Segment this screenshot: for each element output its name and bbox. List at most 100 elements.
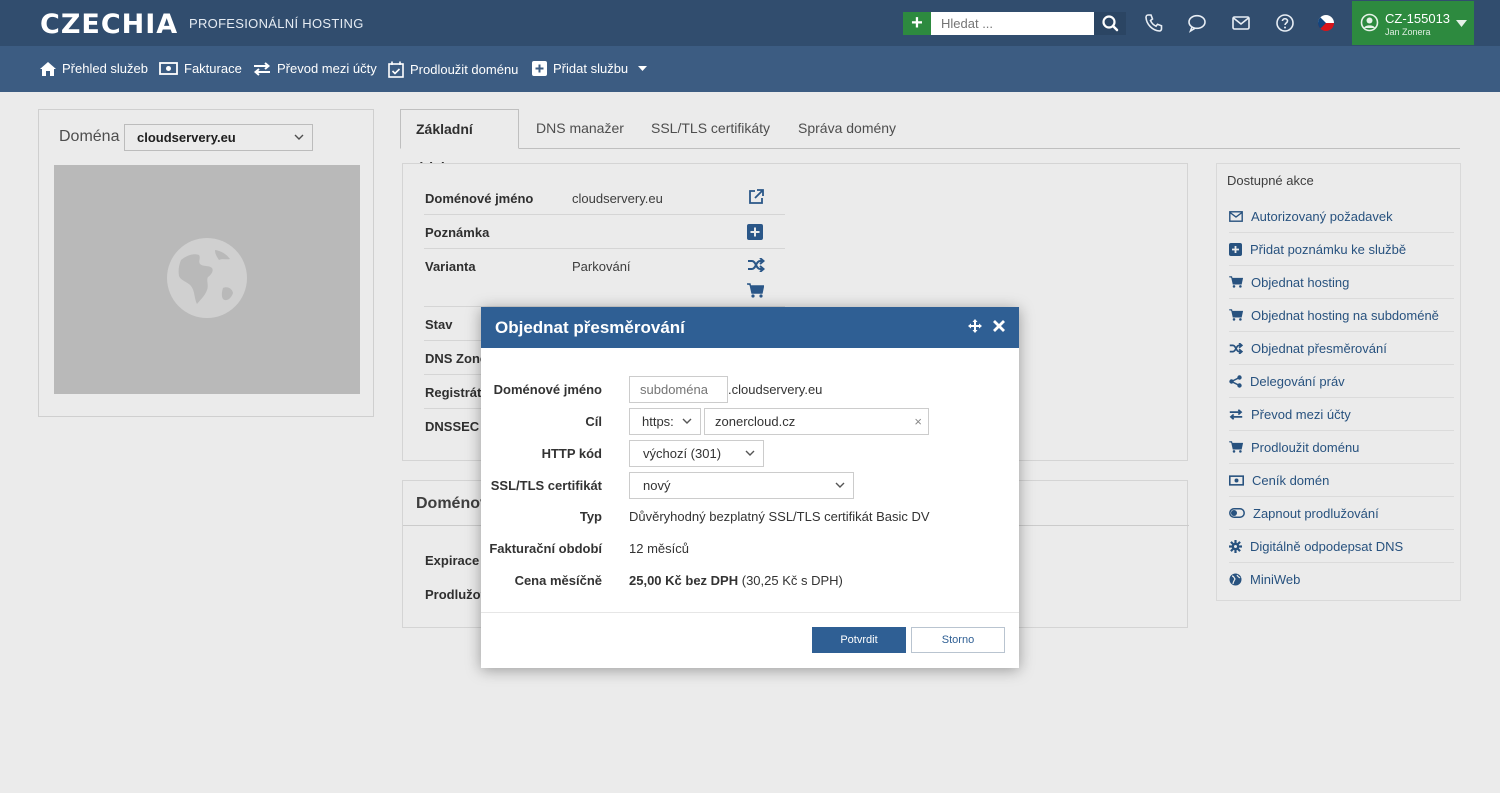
cart-icon (1229, 441, 1243, 453)
type-value: Důvěryhodný bezplatný SSL/TLS certifikát… (629, 509, 930, 524)
cart-icon (1229, 276, 1243, 288)
account-menu[interactable]: CZ-155013 Jan Zonera (1352, 1, 1474, 45)
target-input-value: zonercloud.cz (715, 414, 796, 429)
logo[interactable]: CZECHIA (40, 9, 178, 40)
detail-row: Doménové jméno cloudservery.eu (424, 181, 785, 215)
main-navigation: Přehled služeb Fakturace Převod mezi účt… (0, 46, 1500, 92)
action-order-hosting[interactable]: Objednat hosting (1229, 266, 1454, 299)
nav-item-label: Převod mezi účty (277, 61, 377, 76)
action-renew-domain[interactable]: Prodloužit doménu (1229, 431, 1454, 464)
price-value: 25,00 Kč bez DPH (30,25 Kč s DPH) (629, 573, 843, 588)
action-order-redirect[interactable]: Objednat přesměrování (1229, 332, 1454, 365)
detail-label: DNS Zone (425, 351, 488, 366)
add-service-icon[interactable]: + (903, 12, 931, 35)
domain-select-value: cloudservery.eu (137, 130, 236, 145)
action-label: Objednat přesměrování (1251, 340, 1387, 356)
action-authorized-request[interactable]: Autorizovaný požadavek (1229, 200, 1454, 233)
action-domain-pricing[interactable]: Ceník domén (1229, 464, 1454, 497)
dialog-title: Objednat přesměrování (495, 318, 685, 337)
tab-basic-info[interactable]: Základní údaje (400, 109, 519, 175)
confirm-button[interactable]: Potvrdit (812, 627, 906, 653)
cancel-button[interactable]: Storno (911, 627, 1005, 653)
nav-item-renew-domain[interactable]: Prodloužit doménu (388, 61, 518, 78)
nav-item-label: Přidat službu (553, 61, 629, 76)
field-label: SSL/TLS certifikát (490, 478, 602, 493)
billing-period-value: 12 měsíců (629, 541, 689, 556)
search-input[interactable] (931, 12, 1094, 35)
action-label: Objednat hosting na subdoméně (1251, 307, 1439, 323)
ssl-certificate-select-value: nový (643, 478, 671, 493)
action-enable-renewal[interactable]: Zapnout prodlužování (1229, 497, 1454, 530)
search-button[interactable] (1094, 12, 1126, 35)
money-icon (159, 62, 178, 75)
action-label: Objednat hosting (1251, 274, 1350, 290)
top-bar: CZECHIA PROFESIONÁLNÍ HOSTING + CZ-15501… (0, 0, 1500, 46)
chevron-down-icon (294, 134, 304, 140)
chevron-down-icon (745, 450, 755, 456)
subdomain-input[interactable] (629, 376, 728, 403)
available-actions-panel: Dostupné akce Autorizovaný požadavek Při… (1216, 163, 1461, 601)
action-label: MiniWeb (1250, 572, 1301, 587)
nav-item-add-service[interactable]: Přidat službu (532, 61, 648, 76)
detail-row: Varianta Parkování (424, 249, 785, 307)
help-icon[interactable] (1275, 13, 1295, 33)
chevron-down-icon (638, 65, 648, 71)
detail-value: Parkování (572, 259, 631, 274)
chevron-down-icon (682, 418, 692, 424)
nav-item-label: Přehled služeb (62, 61, 148, 76)
domain-card: Doména cloudservery.eu (38, 109, 374, 417)
actions-title: Dostupné akce (1227, 173, 1314, 188)
exchange-icon (1229, 408, 1243, 420)
dialog-header[interactable]: Objednat přesměrování (481, 307, 1019, 348)
price-without-vat: 25,00 Kč bez DPH (629, 573, 739, 588)
close-icon[interactable] (993, 320, 1005, 332)
tab-dns-manager[interactable]: DNS manažer (521, 109, 639, 149)
share-icon (1229, 374, 1242, 388)
http-code-select[interactable]: výchozí (301) (629, 440, 764, 467)
panel-title: Doménov (416, 495, 489, 512)
plus-square-icon (532, 61, 547, 76)
nav-item-services[interactable]: Přehled služeb (40, 61, 148, 76)
tab-ssl-certificates[interactable]: SSL/TLS certifikáty (636, 109, 785, 149)
mail-icon[interactable] (1231, 13, 1251, 33)
nav-item-label: Prodloužit doménu (410, 62, 519, 77)
domain-select[interactable]: cloudservery.eu (124, 124, 313, 151)
czech-flag-icon[interactable] (1316, 13, 1336, 33)
action-order-subdomain-hosting[interactable]: Objednat hosting na subdoméně (1229, 299, 1454, 332)
action-label: Převod mezi účty (1251, 406, 1351, 422)
shuffle-icon[interactable] (747, 258, 765, 272)
home-icon (40, 61, 56, 76)
clear-icon[interactable]: × (914, 409, 922, 434)
search-icon (1102, 15, 1119, 32)
ssl-certificate-select[interactable]: nový (629, 472, 854, 499)
nav-item-transfer[interactable]: Převod mezi účty (253, 61, 377, 76)
detail-label: Doménové jméno (425, 191, 534, 206)
detail-label: Expirace (425, 553, 480, 568)
action-delegate-rights[interactable]: Delegování práv (1229, 365, 1454, 398)
external-link-icon[interactable] (747, 188, 765, 206)
plus-square-icon (1229, 242, 1242, 256)
action-account-transfer[interactable]: Převod mezi účty (1229, 398, 1454, 431)
cart-icon[interactable] (747, 283, 764, 298)
phone-icon[interactable] (1144, 13, 1164, 33)
add-note-icon[interactable] (747, 224, 763, 240)
field-label: Doménové jméno (493, 382, 602, 397)
action-label: Přidat poznámku ke službě (1250, 241, 1407, 257)
detail-label: Stav (425, 317, 453, 332)
action-miniweb[interactable]: MiniWeb (1229, 563, 1454, 596)
exchange-icon (253, 61, 271, 76)
globe-icon (167, 238, 247, 318)
action-sign-dns[interactable]: Digitálně odpodepsat DNS (1229, 530, 1454, 563)
detail-label: Prodlužov (425, 587, 488, 602)
target-input[interactable]: zonercloud.cz × (704, 408, 929, 435)
protocol-select-value: https: (642, 414, 674, 429)
protocol-select[interactable]: https: (629, 408, 701, 435)
chat-icon[interactable] (1187, 13, 1207, 33)
nav-item-billing[interactable]: Fakturace (159, 61, 242, 76)
dialog-footer-divider (481, 612, 1019, 613)
http-code-select-value: výchozí (301) (643, 446, 722, 461)
action-add-note[interactable]: Přidat poznámku ke službě (1229, 233, 1454, 266)
move-icon[interactable] (968, 319, 982, 333)
tab-domain-management[interactable]: Správa domény (783, 109, 911, 149)
action-label: Delegování práv (1250, 373, 1345, 389)
